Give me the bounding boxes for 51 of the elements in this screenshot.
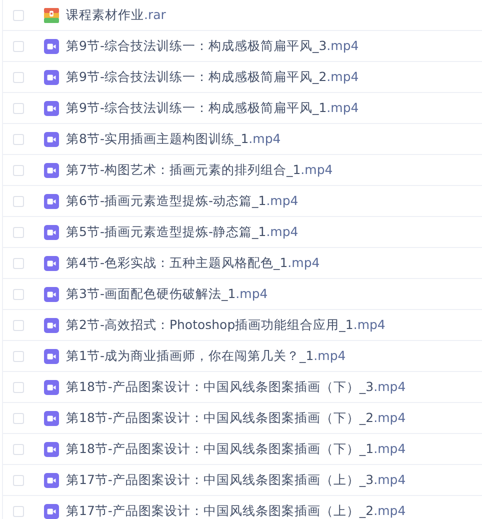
video-file-icon <box>44 256 59 270</box>
video-file-icon <box>44 286 59 302</box>
checkbox[interactable] <box>13 506 24 516</box>
checkbox[interactable] <box>13 258 24 268</box>
checkbox[interactable] <box>13 226 24 238</box>
video-file-icon <box>44 162 59 178</box>
video-file-icon <box>44 224 59 240</box>
file-name[interactable]: 第18节-产品图案设计：中国风线条图案插画（下）_3.mp4 <box>66 378 406 396</box>
checkbox[interactable] <box>13 134 24 144</box>
video-file-icon <box>44 38 59 54</box>
file-name[interactable]: 第3节-画面配色硬伤破解法_1.mp4 <box>66 286 268 302</box>
file-name[interactable]: 课程素材作业.rar <box>66 6 166 24</box>
checkbox[interactable] <box>13 164 24 176</box>
checkbox[interactable] <box>13 196 24 206</box>
checkbox[interactable] <box>13 288 24 300</box>
video-file-icon <box>44 318 59 332</box>
checkbox[interactable] <box>13 40 24 52</box>
file-name[interactable]: 第18节-产品图案设计：中国风线条图案插画（下）_1.mp4 <box>66 440 406 458</box>
video-file-icon <box>44 442 59 456</box>
file-name[interactable]: 第1节-成为商业插画师，你在闯第几关？_1.mp4 <box>66 348 346 364</box>
file-name[interactable]: 第9节-综合技法训练一：构成感极简扁平风_3.mp4 <box>66 38 359 54</box>
checkbox[interactable] <box>13 10 24 20</box>
video-file-icon <box>44 70 59 84</box>
file-name[interactable]: 第5节-插画元素造型提炼-静态篇_1.mp4 <box>66 224 298 240</box>
checkbox[interactable] <box>13 444 24 454</box>
video-file-icon <box>44 472 59 488</box>
file-name[interactable]: 第8节-实用插画主题构图训练_1.mp4 <box>66 130 281 148</box>
file-name[interactable]: 第17节-产品图案设计：中国风线条图案插画（上）_3.mp4 <box>66 472 406 488</box>
file-name[interactable]: 第18节-产品图案设计：中国风线条图案插画（下）_2.mp4 <box>66 410 406 426</box>
checkbox[interactable] <box>13 350 24 362</box>
video-file-icon <box>44 380 59 394</box>
video-file-icon <box>44 100 59 116</box>
file-name[interactable]: 第17节-产品图案设计：中国风线条图案插画（上）_2.mp4 <box>66 502 406 519</box>
file-name[interactable]: 第2节-高效招式：Photoshop插画功能组合应用_1.mp4 <box>66 316 386 334</box>
checkbox[interactable] <box>13 412 24 424</box>
checkbox[interactable] <box>13 102 24 114</box>
file-name[interactable]: 第9节-综合技法训练一：构成感极简扁平风_2.mp4 <box>66 68 359 86</box>
file-name[interactable]: 第6节-插画元素造型提炼-动态篇_1.mp4 <box>66 192 298 210</box>
video-file-icon <box>44 194 59 208</box>
archive-file-icon <box>44 8 59 22</box>
video-file-icon <box>44 410 59 426</box>
video-file-icon <box>44 132 59 146</box>
video-file-icon <box>44 348 59 364</box>
file-name[interactable]: 第9节-综合技法训练一：构成感极简扁平风_1.mp4 <box>66 100 359 116</box>
file-name[interactable]: 第7节-构图艺术：插画元素的排列组合_1.mp4 <box>66 162 333 178</box>
checkbox[interactable] <box>13 382 24 392</box>
checkbox[interactable] <box>13 474 24 486</box>
file-name[interactable]: 第4节-色彩实战：五种主题风格配色_1.mp4 <box>66 254 320 272</box>
checkbox[interactable] <box>13 72 24 82</box>
checkbox[interactable] <box>13 320 24 330</box>
video-file-icon <box>44 504 59 518</box>
